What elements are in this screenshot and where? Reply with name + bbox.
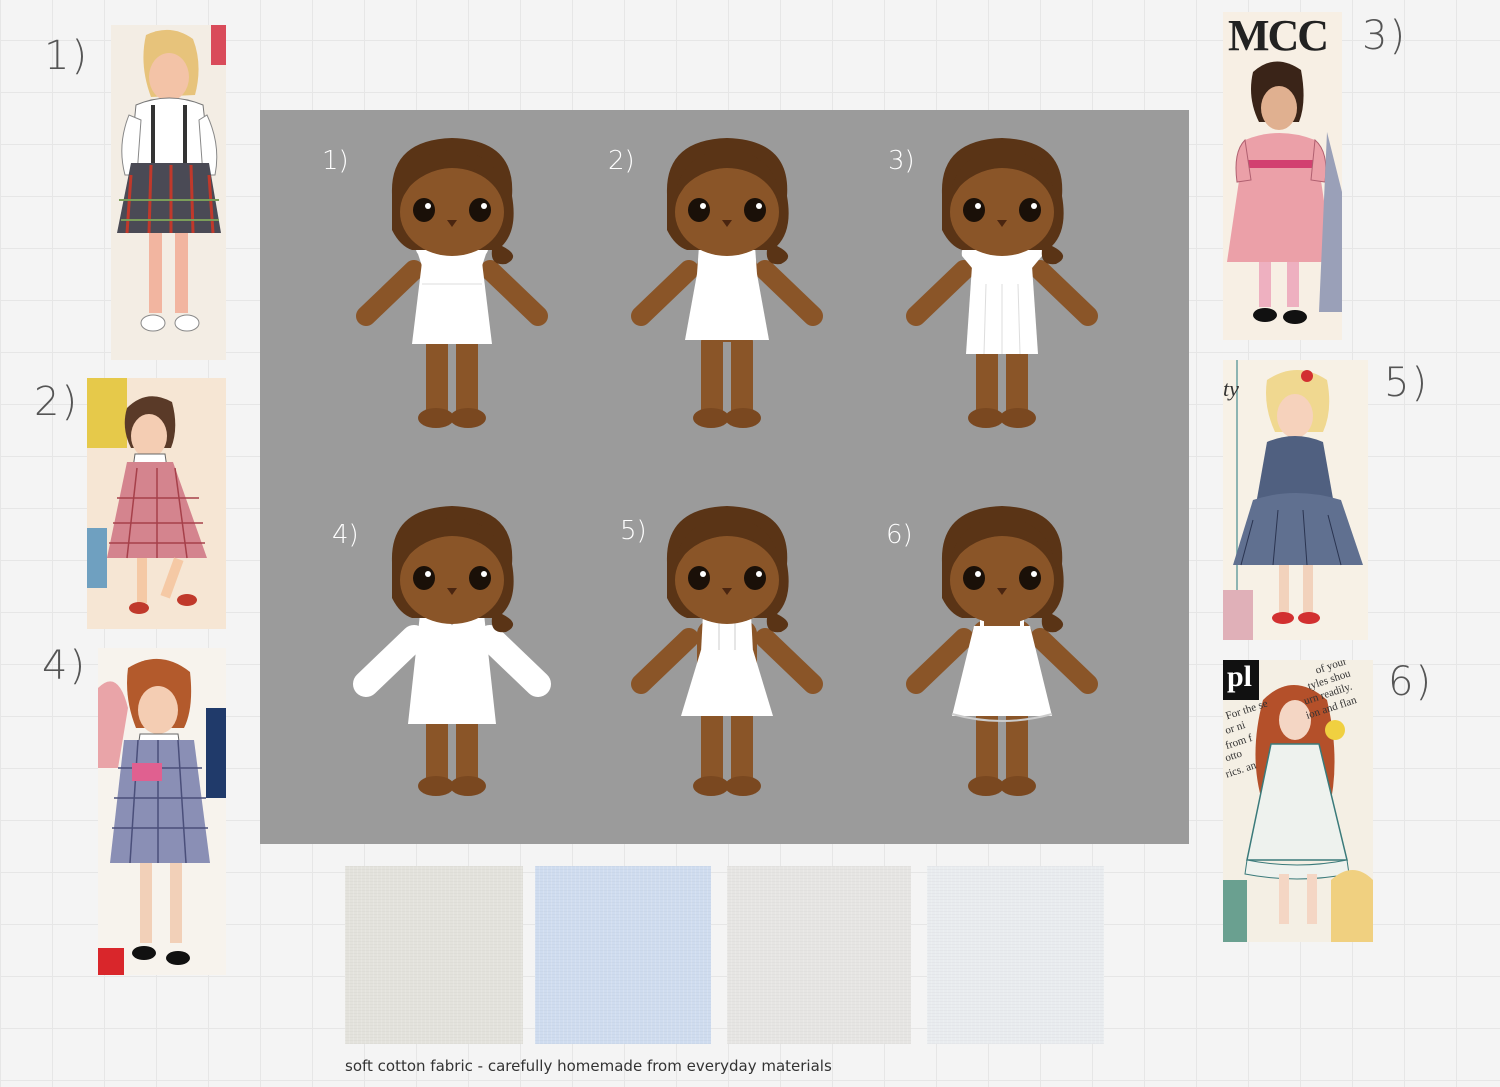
ref-label-4: 4) bbox=[42, 643, 88, 689]
ref-label-2: 2) bbox=[34, 379, 80, 425]
fabric-swatch-3[interactable] bbox=[727, 866, 911, 1044]
ref-label-6: 6) bbox=[1388, 659, 1434, 705]
fabric-swatch-2[interactable] bbox=[535, 866, 711, 1044]
reference-image-6[interactable]: pl of your tyles shou urn readily. ion a… bbox=[1223, 660, 1373, 942]
ref-label-1: 1) bbox=[44, 33, 90, 79]
doll-concept-board: 1) 2) 3) 4) 5) 6) bbox=[260, 110, 1189, 844]
pattern-brand-text: MCC bbox=[1228, 11, 1329, 60]
reference-image-5[interactable]: ty bbox=[1223, 360, 1368, 640]
fabric-caption: soft cotton fabric - carefully homemade … bbox=[345, 1057, 832, 1075]
pattern-side-text: ty bbox=[1223, 376, 1239, 401]
reference-image-1[interactable] bbox=[111, 25, 226, 360]
pattern-brand-text-2: pl bbox=[1227, 660, 1253, 693]
reference-image-3[interactable] bbox=[1223, 12, 1342, 340]
doll-design-2[interactable] bbox=[627, 134, 827, 434]
doll-design-5[interactable] bbox=[627, 502, 827, 802]
reference-image-4[interactable] bbox=[98, 648, 226, 975]
fabric-swatch-4[interactable] bbox=[927, 866, 1104, 1044]
ref-label-5: 5) bbox=[1384, 360, 1430, 406]
doll-label-1: 1) bbox=[322, 146, 349, 176]
doll-design-1[interactable] bbox=[352, 134, 552, 434]
doll-design-3[interactable] bbox=[902, 134, 1102, 434]
reference-image-2[interactable] bbox=[87, 378, 226, 629]
doll-design-4[interactable] bbox=[352, 502, 552, 802]
doll-design-6[interactable] bbox=[902, 502, 1102, 802]
ref-label-3: 3) bbox=[1362, 13, 1408, 59]
fabric-swatch-1[interactable] bbox=[345, 866, 523, 1044]
